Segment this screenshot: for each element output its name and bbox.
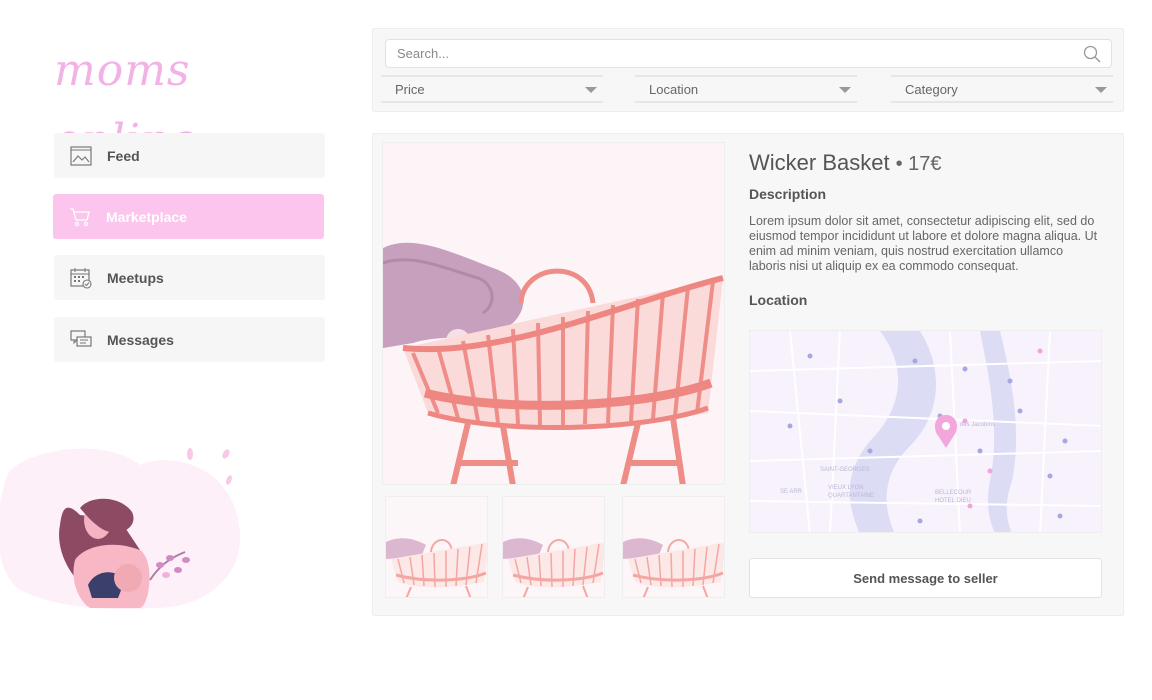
map-label: QUARTANTAINE xyxy=(828,493,874,499)
chevron-down-icon xyxy=(585,87,597,93)
location-heading: Location xyxy=(749,292,808,308)
search-box xyxy=(385,39,1112,68)
send-message-button[interactable]: Send message to seller xyxy=(749,558,1102,598)
product-thumbnail[interactable] xyxy=(502,496,605,598)
product-panel: Wicker Basket • 17€ Description Lorem ips… xyxy=(372,133,1124,616)
map-label: SE ARR xyxy=(780,489,803,495)
map-label: BELLECOUR xyxy=(935,490,972,496)
product-title: Wicker Basket • 17€ xyxy=(749,150,942,176)
location-filter-label: Location xyxy=(649,81,699,97)
product-price: • 17€ xyxy=(895,153,942,175)
description-heading: Description xyxy=(749,186,827,202)
sidebar-item-label: Messages xyxy=(107,331,174,348)
map-label: HOTEL DIEU xyxy=(935,498,971,504)
location-map[interactable]: SAINT-GEORGES VIEUX LYON QUARTANTAINE BE… xyxy=(749,330,1102,533)
sidebar-item-label: Marketplace xyxy=(106,208,187,225)
chat-icon xyxy=(70,329,92,351)
sidebar-item-label: Meetups xyxy=(107,269,164,286)
sidebar-item-meetups[interactable]: Meetups xyxy=(54,255,325,300)
map-label: VIEUX LYON xyxy=(828,485,864,491)
image-icon xyxy=(70,145,92,167)
sidebar-item-marketplace[interactable]: Marketplace xyxy=(53,194,324,239)
calendar-icon xyxy=(70,267,92,289)
search-panel: Price Location Category xyxy=(372,28,1124,112)
chevron-down-icon xyxy=(839,87,851,93)
sidebar-item-label: Feed xyxy=(107,147,140,164)
page: moms online Feed Marketplace Meetups Mes… xyxy=(0,0,1152,700)
product-thumbnail[interactable] xyxy=(385,496,488,598)
mother-illustration xyxy=(0,440,250,615)
search-icon[interactable] xyxy=(1083,45,1101,63)
logo: moms online xyxy=(54,45,196,166)
product-thumbnail[interactable] xyxy=(622,496,725,598)
search-input[interactable] xyxy=(386,40,1076,67)
cart-icon xyxy=(69,206,91,228)
category-filter-label: Category xyxy=(905,81,958,97)
price-filter-label: Price xyxy=(395,81,425,97)
chevron-down-icon xyxy=(1095,87,1107,93)
location-filter[interactable]: Location xyxy=(635,75,857,103)
product-main-photo xyxy=(382,142,725,485)
sidebar-item-messages[interactable]: Messages xyxy=(54,317,325,362)
map-label: SAINT-GEORGES xyxy=(820,467,870,473)
description-text: Lorem ipsum dolor sit amet, consectetur … xyxy=(749,214,1098,273)
product-name: Wicker Basket xyxy=(749,150,890,175)
price-filter[interactable]: Price xyxy=(381,75,603,103)
category-filter[interactable]: Category xyxy=(891,75,1113,103)
sidebar-item-feed[interactable]: Feed xyxy=(54,133,325,178)
